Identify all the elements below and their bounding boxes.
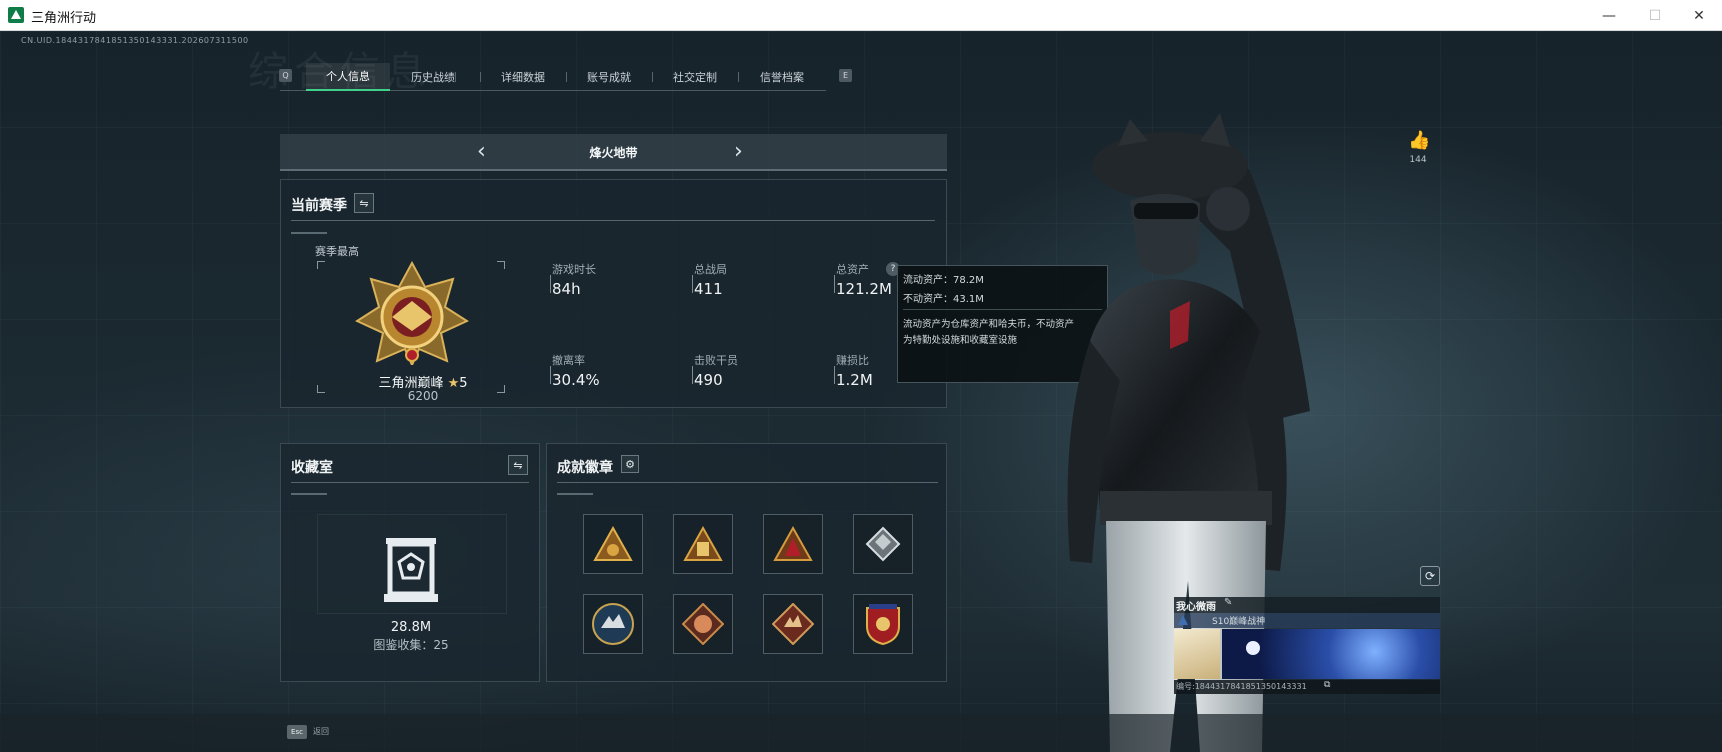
heading-tick bbox=[557, 493, 593, 495]
rank-emblem-icon bbox=[355, 261, 469, 365]
profile-banner-image bbox=[1222, 629, 1440, 679]
tooltip-fixed-assets: 不动资产：43.1M bbox=[903, 294, 984, 305]
avatar bbox=[1174, 629, 1220, 679]
stat-playtime-label: 游戏时长 bbox=[552, 263, 596, 276]
stat-playtime-value: 84h bbox=[552, 280, 581, 298]
mode-label: 烽火地带 bbox=[589, 146, 638, 160]
season-heading: 当前赛季 bbox=[291, 198, 347, 214]
collection-switch-button[interactable]: ⇋ bbox=[508, 455, 528, 475]
heading-divider bbox=[291, 220, 935, 221]
tooltip-description-line2: 为特勤处设施和收藏室设施 bbox=[903, 335, 1018, 346]
badge-triangle-peak-icon[interactable] bbox=[763, 514, 823, 574]
tab-detailed-data[interactable]: 详细数据 bbox=[480, 63, 566, 91]
stat-extract-rate-label: 撤离率 bbox=[552, 354, 585, 367]
badge-dragon-red-icon[interactable] bbox=[673, 594, 733, 654]
app-logo-icon bbox=[8, 7, 24, 23]
footer-bar bbox=[0, 714, 1722, 752]
profile-name: 我心微雨 bbox=[1176, 602, 1216, 613]
badge-triangle-tower-icon[interactable] bbox=[673, 514, 733, 574]
stat-bar bbox=[692, 366, 693, 384]
achievements-heading: 成就徽章 bbox=[557, 460, 613, 476]
stat-extract-rate-value: 30.4% bbox=[552, 371, 600, 389]
stat-assets-value: 121.2M bbox=[836, 280, 892, 298]
gear-icon: ⚙ bbox=[625, 457, 635, 471]
season-switch-button[interactable]: ⇋ bbox=[354, 193, 374, 213]
back-label[interactable]: 返回 bbox=[313, 726, 329, 737]
stat-bar bbox=[550, 275, 551, 293]
collection-value: 28.8M bbox=[390, 620, 432, 635]
tab-reputation[interactable]: 信誉档案 bbox=[738, 63, 826, 91]
badge-wolf-red-icon[interactable] bbox=[763, 594, 823, 654]
close-button[interactable]: ✕ bbox=[1676, 0, 1722, 31]
tab-history[interactable]: 历史战绩 bbox=[390, 63, 476, 91]
profile-id: 编号:1844317841851350143331 bbox=[1176, 682, 1307, 691]
badge-triangle-gold-icon[interactable] bbox=[583, 514, 643, 574]
edit-icon[interactable]: ✎ bbox=[1224, 597, 1232, 608]
tab-achievements[interactable]: 账号成就 bbox=[566, 63, 652, 91]
game-viewport: CN.UID.1844317841851350143331.2026073115… bbox=[0, 31, 1722, 752]
frame-corner bbox=[317, 261, 325, 269]
profile-title: S10巅峰战神 bbox=[1212, 617, 1266, 627]
achievements-panel: 成就徽章 ⚙ bbox=[546, 443, 947, 682]
badge-cube-silver-icon[interactable] bbox=[853, 514, 913, 574]
achievements-settings-button[interactable]: ⚙ bbox=[621, 455, 639, 473]
heading-tick bbox=[291, 493, 327, 495]
stat-profit-ratio-label: 赚损比 bbox=[836, 354, 869, 367]
stat-kills-value: 490 bbox=[694, 371, 723, 389]
mode-next-button[interactable]: › bbox=[734, 141, 743, 163]
profile-card[interactable]: 我心微雨 ✎ S10巅峰战神 编号:1844317841851350143331… bbox=[1174, 597, 1440, 714]
badge-eagle-shield-icon[interactable] bbox=[853, 594, 913, 654]
maximize-button[interactable]: ☐ bbox=[1632, 0, 1678, 31]
swap-icon: ⇋ bbox=[359, 196, 369, 210]
thumbs-up-icon[interactable]: 👍 bbox=[1408, 130, 1430, 151]
collection-heading: 收藏室 bbox=[291, 460, 333, 476]
refresh-icon: ⟳ bbox=[1424, 569, 1436, 583]
season-peak-label: 赛季最高 bbox=[315, 245, 359, 258]
heading-divider bbox=[557, 482, 938, 483]
moon-icon bbox=[1246, 641, 1260, 655]
tab-next-key[interactable]: E bbox=[839, 69, 852, 82]
stat-profit-ratio-value: 1.2M bbox=[836, 371, 873, 389]
stat-matches-value: 411 bbox=[694, 280, 723, 298]
tooltip-liquid-assets: 流动资产：78.2M bbox=[903, 275, 984, 286]
stat-matches-label: 总战局 bbox=[694, 263, 727, 276]
esc-key[interactable]: Esc bbox=[287, 725, 307, 739]
stat-bar bbox=[834, 366, 835, 384]
tab-bar: 个人信息 历史战绩 详细数据 账号成就 社交定制 信誉档案 bbox=[280, 63, 826, 91]
collection-panel: 收藏室 ⇋ 28.8M 图鉴收集：25 bbox=[280, 443, 540, 682]
like-count: 144 bbox=[1409, 155, 1427, 165]
stat-assets-label: 总资产 bbox=[836, 263, 869, 276]
rotate-view-button[interactable]: ⟳ bbox=[1420, 566, 1440, 586]
window-titlebar: 三角洲行动 — ☐ ✕ bbox=[0, 0, 1722, 31]
frame-corner bbox=[317, 385, 325, 393]
minimize-button[interactable]: — bbox=[1586, 0, 1632, 31]
tab-personal-info[interactable]: 个人信息 bbox=[306, 63, 390, 91]
heading-divider bbox=[291, 482, 529, 483]
uid-text: CN.UID.1844317841851350143331.2026073115… bbox=[21, 36, 249, 45]
window-title: 三角洲行动 bbox=[31, 11, 97, 26]
mode-selector: ‹ 烽火地带 › bbox=[280, 134, 947, 171]
swap-icon: ⇋ bbox=[513, 458, 523, 472]
tab-social[interactable]: 社交定制 bbox=[652, 63, 738, 91]
stat-bar bbox=[692, 275, 693, 293]
stat-bar bbox=[834, 275, 835, 293]
collection-catalog: 图鉴收集：25 bbox=[373, 638, 449, 652]
copy-icon[interactable]: ⧉ bbox=[1324, 680, 1330, 690]
stat-kills-label: 击败干员 bbox=[694, 354, 738, 367]
frame-corner bbox=[497, 385, 505, 393]
stat-bar bbox=[550, 366, 551, 384]
badge-wolf-blue-icon[interactable] bbox=[583, 594, 643, 654]
rank-points: 6200 bbox=[407, 389, 439, 403]
frame-corner bbox=[497, 261, 505, 269]
heading-tick bbox=[291, 232, 327, 234]
season-panel: 当前赛季 ⇋ 赛季最高 三角洲巅峰 ★5 6200 游戏时长 84h 总战局 4… bbox=[280, 179, 947, 408]
display-case-icon bbox=[384, 538, 438, 602]
